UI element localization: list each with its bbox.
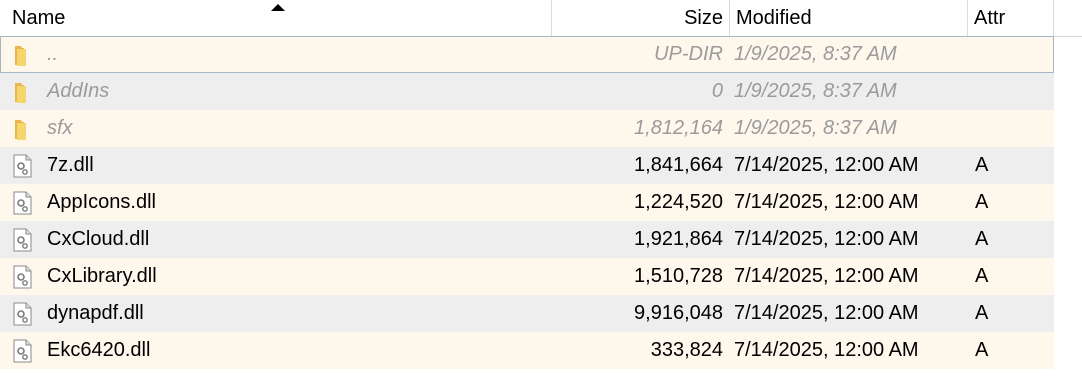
file-name: CxCloud.dll xyxy=(47,228,150,250)
column-header-name-label: Name xyxy=(12,7,66,29)
file-size: 1,921,864 xyxy=(634,228,723,250)
column-header-modified-label: Modified xyxy=(736,7,812,29)
file-list: .. UP-DIR 1/9/2025, 8:37 AM AddIns 0 1/9… xyxy=(0,36,1054,369)
column-header-size-label: Size xyxy=(684,7,723,29)
file-row[interactable]: CxCloud.dll 1,921,864 7/14/2025, 12:00 A… xyxy=(0,221,1054,258)
file-modified: 7/14/2025, 12:00 AM xyxy=(734,228,919,250)
file-name: 7z.dll xyxy=(47,154,94,176)
file-name: dynapdf.dll xyxy=(47,302,144,324)
file-size: UP-DIR xyxy=(654,43,723,65)
dll-file-icon xyxy=(12,265,34,289)
file-name: .. xyxy=(47,43,59,65)
file-name: AppIcons.dll xyxy=(47,191,156,213)
empty-area xyxy=(1054,37,1082,370)
column-header-size[interactable]: Size xyxy=(552,0,730,36)
file-row[interactable]: AddIns 0 1/9/2025, 8:37 AM xyxy=(0,73,1054,110)
folder-icon xyxy=(12,117,34,141)
folder-icon xyxy=(12,43,34,67)
file-modified: 7/14/2025, 12:00 AM xyxy=(734,154,919,176)
dll-file-icon xyxy=(12,191,34,215)
file-modified: 7/14/2025, 12:00 AM xyxy=(734,302,919,324)
file-size: 1,812,164 xyxy=(634,117,723,139)
column-header-attr[interactable]: Attr xyxy=(968,0,1054,36)
file-size: 1,841,664 xyxy=(634,154,723,176)
column-header-modified[interactable]: Modified xyxy=(730,0,968,36)
file-row[interactable]: dynapdf.dll 9,916,048 7/14/2025, 12:00 A… xyxy=(0,295,1054,332)
file-modified: 7/14/2025, 12:00 AM xyxy=(734,265,919,287)
file-modified: 1/9/2025, 8:37 AM xyxy=(734,117,897,139)
file-attr: A xyxy=(975,191,989,213)
sort-ascending-icon xyxy=(271,4,285,11)
file-row[interactable]: CxLibrary.dll 1,510,728 7/14/2025, 12:00… xyxy=(0,258,1054,295)
file-attr: A xyxy=(975,228,989,250)
file-size: 9,916,048 xyxy=(634,302,723,324)
file-modified: 1/9/2025, 8:37 AM xyxy=(734,43,897,65)
dll-file-icon xyxy=(12,302,34,326)
file-row[interactable]: sfx 1,812,164 1/9/2025, 8:37 AM xyxy=(0,110,1054,147)
file-size: 1,510,728 xyxy=(634,265,723,287)
file-name: AddIns xyxy=(47,80,110,102)
file-name: CxLibrary.dll xyxy=(47,265,157,287)
file-name: Ekc6420.dll xyxy=(47,339,151,361)
folder-icon xyxy=(12,80,34,104)
dll-file-icon xyxy=(12,228,34,252)
file-size: 1,224,520 xyxy=(634,191,723,213)
file-modified: 1/9/2025, 8:37 AM xyxy=(734,80,897,102)
file-attr: A xyxy=(975,302,989,324)
column-header-bar: Name Size Modified Attr xyxy=(0,0,1082,37)
file-attr: A xyxy=(975,265,989,287)
file-row[interactable]: Ekc6420.dll 333,824 7/14/2025, 12:00 AM … xyxy=(0,332,1054,369)
column-header-attr-label: Attr xyxy=(974,7,1006,29)
file-attr: A xyxy=(975,339,989,361)
file-name: sfx xyxy=(47,117,73,139)
file-attr: A xyxy=(975,154,989,176)
dll-file-icon xyxy=(12,154,34,178)
file-size: 0 xyxy=(711,80,723,102)
dll-file-icon xyxy=(12,339,34,363)
file-row[interactable]: .. UP-DIR 1/9/2025, 8:37 AM xyxy=(0,36,1054,73)
file-size: 333,824 xyxy=(650,339,723,361)
file-modified: 7/14/2025, 12:00 AM xyxy=(734,339,919,361)
file-row[interactable]: 7z.dll 1,841,664 7/14/2025, 12:00 AM A xyxy=(0,147,1054,184)
file-modified: 7/14/2025, 12:00 AM xyxy=(734,191,919,213)
file-row[interactable]: AppIcons.dll 1,224,520 7/14/2025, 12:00 … xyxy=(0,184,1054,221)
